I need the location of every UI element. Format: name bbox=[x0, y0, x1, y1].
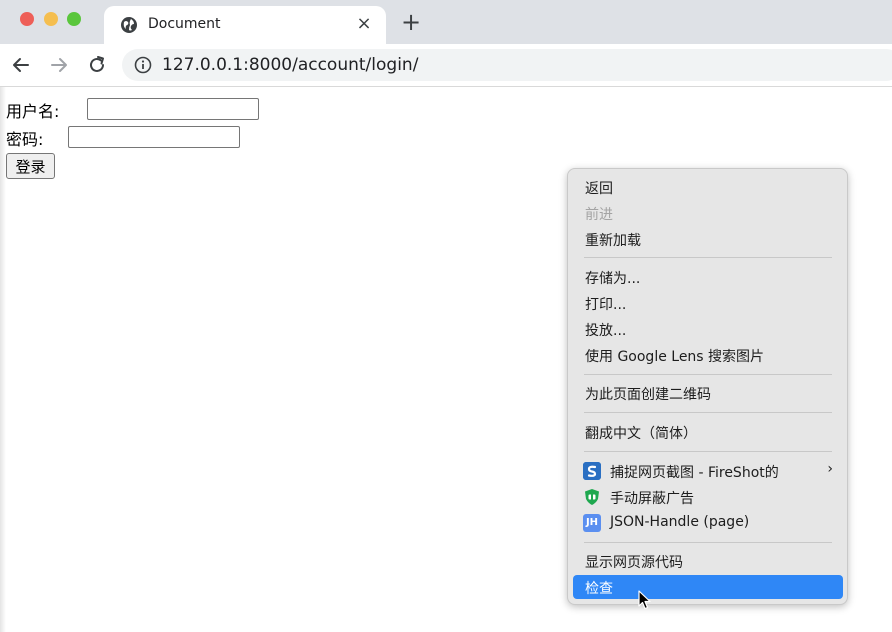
tab-document[interactable]: Document × bbox=[104, 6, 386, 44]
menu-item-label: 使用 Google Lens 搜索图片 bbox=[585, 349, 765, 365]
json-handle-icon: JH bbox=[583, 514, 601, 532]
forward-arrow-icon[interactable] bbox=[48, 54, 70, 76]
menu-separator bbox=[584, 374, 832, 375]
menu-item-fireshot[interactable]: 捕捉网页截图 - FireShot的 › bbox=[573, 459, 843, 483]
window-zoom-button[interactable] bbox=[67, 12, 81, 26]
menu-item-label: 捕捉网页截图 - FireShot的 bbox=[610, 465, 779, 481]
menu-item-json-handle[interactable]: JH JSON-Handle (page) bbox=[573, 511, 843, 535]
globe-icon bbox=[121, 17, 137, 33]
menu-item-label: 返回 bbox=[585, 181, 613, 197]
fireshot-icon bbox=[583, 462, 601, 480]
menu-item-qr-code[interactable]: 为此页面创建二维码 bbox=[573, 381, 843, 405]
menu-item-label: 手动屏蔽广告 bbox=[610, 491, 694, 507]
window-close-button[interactable] bbox=[20, 12, 34, 26]
menu-item-label: 重新加载 bbox=[585, 233, 641, 249]
menu-item-google-lens[interactable]: 使用 Google Lens 搜索图片 bbox=[573, 343, 843, 367]
context-menu: 返回 前进 重新加载 存储为... 打印... 投放... 使用 Google … bbox=[567, 168, 848, 605]
window-minimize-button[interactable] bbox=[44, 12, 58, 26]
menu-item-label: JSON-Handle (page) bbox=[610, 514, 750, 530]
back-arrow-icon[interactable] bbox=[10, 54, 32, 76]
menu-item-view-source[interactable]: 显示网页源代码 bbox=[573, 549, 843, 573]
menu-item-adblock[interactable]: 手动屏蔽广告 bbox=[573, 485, 843, 509]
tab-title: Document bbox=[148, 16, 221, 32]
menu-item-cast[interactable]: 投放... bbox=[573, 317, 843, 341]
menu-item-label: 前进 bbox=[585, 207, 613, 223]
menu-item-forward: 前进 bbox=[573, 201, 843, 225]
browser-toolbar: 127.0.0.1:8000/account/login/ bbox=[0, 44, 892, 87]
menu-separator bbox=[584, 257, 832, 258]
reload-icon[interactable] bbox=[86, 54, 108, 76]
menu-separator bbox=[584, 412, 832, 413]
adblock-shield-icon bbox=[585, 489, 599, 505]
login-button[interactable]: 登录 bbox=[6, 153, 55, 179]
password-input[interactable] bbox=[68, 126, 240, 148]
new-tab-button[interactable]: + bbox=[400, 10, 422, 34]
menu-item-label: 投放... bbox=[585, 323, 627, 339]
menu-separator bbox=[584, 451, 832, 452]
username-input[interactable] bbox=[87, 98, 259, 120]
info-icon[interactable] bbox=[134, 56, 152, 74]
mouse-cursor-icon bbox=[638, 590, 651, 610]
menu-item-back[interactable]: 返回 bbox=[573, 175, 843, 199]
tab-strip: Document × + bbox=[0, 0, 892, 44]
menu-item-label: 翻成中文（简体） bbox=[585, 426, 697, 442]
username-label: 用户名: bbox=[6, 102, 60, 121]
menu-item-save-as[interactable]: 存储为... bbox=[573, 265, 843, 289]
menu-item-label: 打印... bbox=[585, 297, 627, 313]
address-bar[interactable]: 127.0.0.1:8000/account/login/ bbox=[122, 49, 892, 81]
tab-close-icon[interactable]: × bbox=[354, 14, 374, 34]
menu-item-translate[interactable]: 翻成中文（简体） bbox=[573, 420, 843, 444]
password-label: 密码: bbox=[6, 130, 44, 149]
menu-item-label: 为此页面创建二维码 bbox=[585, 387, 711, 403]
chevron-right-icon: › bbox=[827, 461, 833, 477]
menu-item-reload[interactable]: 重新加载 bbox=[573, 227, 843, 251]
menu-item-label: 显示网页源代码 bbox=[585, 555, 683, 571]
menu-item-print[interactable]: 打印... bbox=[573, 291, 843, 315]
menu-item-inspect[interactable]: 检查 bbox=[573, 575, 843, 599]
menu-separator bbox=[584, 542, 832, 543]
url-text[interactable]: 127.0.0.1:8000/account/login/ bbox=[162, 55, 418, 75]
menu-item-label: 检查 bbox=[585, 581, 613, 597]
menu-item-label: 存储为... bbox=[585, 271, 641, 287]
